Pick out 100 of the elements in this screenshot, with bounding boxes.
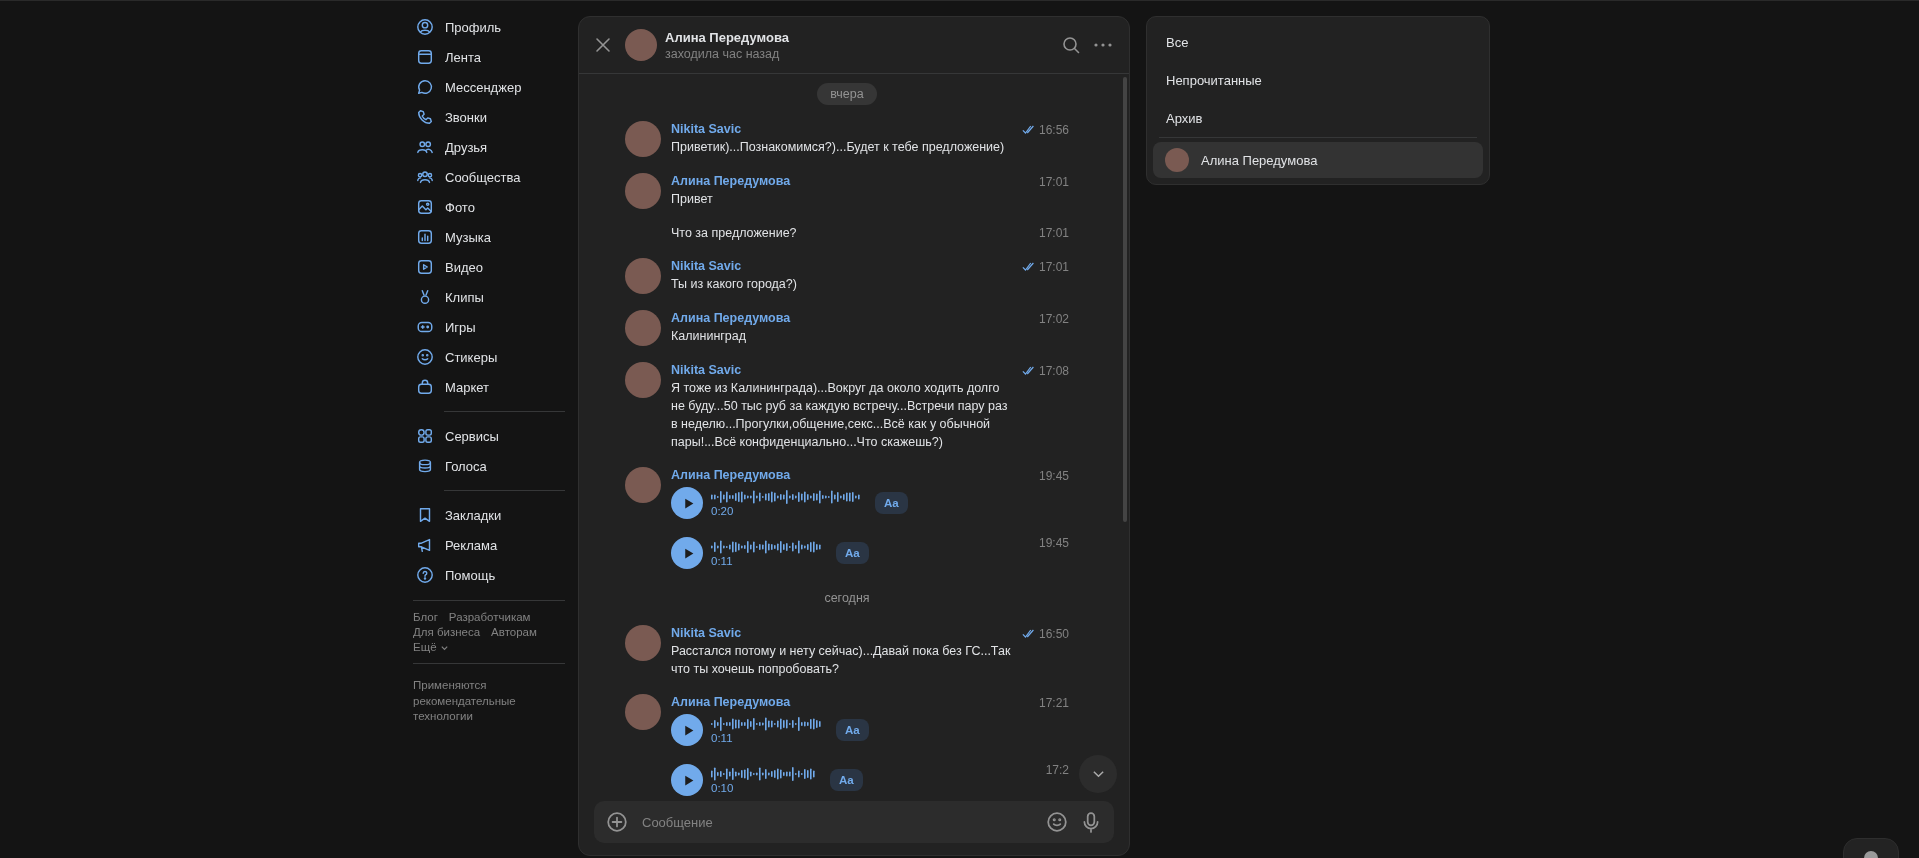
- sidebar-item[interactable]: Видео: [413, 252, 565, 282]
- transcribe-button[interactable]: Aa: [830, 769, 863, 791]
- avatar: [625, 258, 661, 294]
- sender-name[interactable]: Алина Передумова: [671, 173, 1029, 190]
- coin-stack-icon: [416, 457, 434, 475]
- sender-name[interactable]: Nikita Savic: [671, 121, 1012, 138]
- message-time: 16:50: [1038, 627, 1069, 641]
- message-input[interactable]: Сообщение: [640, 813, 1034, 831]
- picture-icon: [416, 198, 434, 216]
- folder-item[interactable]: Непрочитанные: [1153, 61, 1483, 99]
- smiley-icon[interactable]: [1046, 811, 1068, 833]
- footer-link[interactable]: Разработчикам: [448, 611, 531, 623]
- sidebar-item[interactable]: Игры: [413, 312, 565, 342]
- folder-item[interactable]: Архив: [1153, 99, 1483, 137]
- smiley-icon: [416, 348, 434, 366]
- message-time: 17:08: [1038, 364, 1069, 378]
- sidebar-item[interactable]: Маркет: [413, 372, 565, 402]
- avatar: [625, 467, 661, 503]
- message-time: 19:45: [1038, 536, 1069, 550]
- sidebar-item[interactable]: Сервисы: [413, 421, 565, 451]
- video-icon: [416, 258, 434, 276]
- phone-icon: [416, 108, 434, 126]
- footer-link[interactable]: Для бизнеса: [413, 626, 481, 638]
- transcribe-button[interactable]: Aa: [836, 542, 869, 564]
- footer-link[interactable]: Авторам: [491, 626, 537, 638]
- sidebar-item[interactable]: Друзья: [413, 132, 565, 162]
- footer-link[interactable]: Блог: [413, 611, 438, 623]
- message-text: Калининград: [671, 328, 748, 345]
- play-button[interactable]: [671, 487, 703, 519]
- voice-duration: 0:11: [711, 732, 734, 744]
- message-time: 16:56: [1038, 123, 1069, 137]
- shopping-bag-icon: [416, 378, 434, 396]
- question-icon: [416, 566, 434, 584]
- sender-name[interactable]: Nikita Savic: [671, 362, 1012, 379]
- play-button[interactable]: [671, 764, 703, 796]
- sidebar-item[interactable]: Музыка: [413, 222, 565, 252]
- message-text: Что за предложение?: [671, 225, 798, 242]
- chat-bubble-icon: [416, 78, 434, 96]
- sidebar-item[interactable]: Помощь: [413, 560, 565, 590]
- equalizer-icon: [416, 228, 434, 246]
- sidebar-item[interactable]: Голоса: [413, 451, 565, 481]
- scrollbar[interactable]: [1123, 77, 1127, 522]
- newspaper-icon: [416, 48, 434, 66]
- sender-name[interactable]: Nikita Savic: [671, 258, 1012, 275]
- double-check-icon: [1021, 366, 1036, 375]
- more-dots-icon: [1093, 42, 1113, 48]
- avatar: [625, 625, 661, 661]
- avatar: [625, 362, 661, 398]
- play-button[interactable]: [671, 537, 703, 569]
- avatar: [625, 310, 661, 346]
- double-check-icon: [1021, 629, 1036, 638]
- date-separator: сегодня: [823, 590, 871, 607]
- sidebar-item[interactable]: Клипы: [413, 282, 565, 312]
- sidebar-item[interactable]: Фото: [413, 192, 565, 222]
- message-time: 17:01: [1038, 260, 1069, 274]
- message-text: Приветик)...Познакомимся?)...Будет к тебе предложение): [671, 139, 1006, 156]
- date-separator: вчера: [817, 83, 877, 105]
- sidebar-item[interactable]: Звонки: [413, 102, 565, 132]
- avatar: [1165, 148, 1189, 172]
- sidebar-item[interactable]: Мессенджер: [413, 72, 565, 102]
- grid-icon: [416, 427, 434, 445]
- sidebar-item[interactable]: Лента: [413, 42, 565, 72]
- sidebar-item[interactable]: Закладки: [413, 500, 565, 530]
- voice-duration: 0:20: [711, 505, 735, 517]
- group-icon: [416, 168, 434, 186]
- search-icon: [1061, 35, 1081, 55]
- message-text: Расстался потому и нету сейчас)...Давай пока без ГС...Так что ты хочешь попробовать?: [671, 643, 1012, 678]
- message-text: Ты из какого города?): [671, 276, 798, 293]
- sender-name[interactable]: Алина Передумова: [671, 694, 1029, 711]
- sidebar-item[interactable]: Сообщества: [413, 162, 565, 192]
- waveform-drawing[interactable]: [711, 766, 816, 782]
- double-check-icon: [1021, 262, 1036, 271]
- message-field[interactable]: Сообщение: [594, 801, 1114, 843]
- voice-duration: 0:10: [711, 782, 735, 794]
- user-circle-icon: [416, 18, 434, 36]
- message-time: 17:01: [1038, 175, 1069, 189]
- message-time: 17:02: [1038, 312, 1069, 326]
- sender-name[interactable]: Алина Передумова: [671, 310, 1029, 327]
- transcribe-button[interactable]: Aa: [836, 719, 869, 741]
- sender-name[interactable]: Nikita Savic: [671, 625, 1012, 642]
- sender-name[interactable]: Алина Передумова: [671, 467, 1029, 484]
- avatar: [625, 121, 661, 157]
- sidebar-item[interactable]: Реклама: [413, 530, 565, 560]
- transcribe-button[interactable]: Aa: [875, 492, 908, 514]
- sidebar-item[interactable]: Профиль: [413, 12, 565, 42]
- folder-item[interactable]: Все: [1153, 23, 1483, 61]
- plus-circle-icon[interactable]: [606, 811, 628, 833]
- voice-duration: 0:11: [711, 555, 734, 567]
- waveform-drawing[interactable]: [711, 716, 822, 732]
- avatar: [625, 694, 661, 730]
- sidebar-item[interactable]: Стикеры: [413, 342, 565, 372]
- avatar: [625, 173, 661, 209]
- more-link[interactable]: Ещё: [413, 641, 449, 653]
- chevron-down-icon: [1091, 770, 1105, 778]
- play-button[interactable]: [671, 714, 703, 746]
- chat-list-item[interactable]: Алина Передумова: [1153, 142, 1483, 178]
- waveform-drawing[interactable]: [711, 539, 822, 555]
- message-time: 17:01: [1038, 226, 1069, 240]
- chat-title: Алина Передумова: [665, 29, 790, 45]
- waveform-drawing[interactable]: [711, 489, 861, 505]
